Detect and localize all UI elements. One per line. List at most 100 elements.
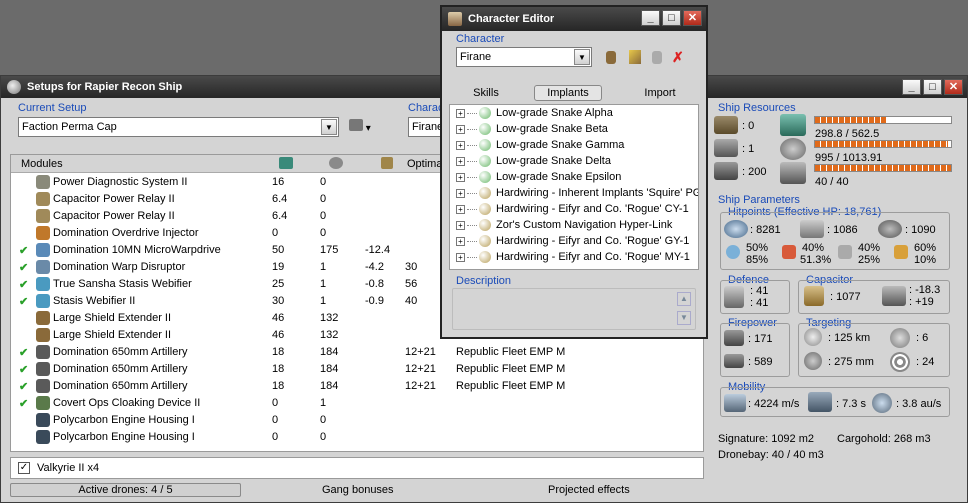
- implant-icon: [479, 219, 491, 232]
- module-cpu: 46: [272, 329, 285, 341]
- implant-item[interactable]: + Hardwiring - Eifyr and Co. 'Rogue' CY-1: [456, 203, 689, 219]
- module-icon: [36, 209, 50, 223]
- implant-item[interactable]: + Low-grade Snake Delta: [456, 155, 611, 171]
- module-active-check[interactable]: ✔: [19, 380, 28, 393]
- chevron-down-icon[interactable]: ▼: [321, 119, 337, 135]
- ship-stats-panel: Ship Resources : 0 : 1 : 200 298.8 / 562…: [712, 100, 966, 500]
- tab-skills[interactable]: Skills: [466, 85, 506, 101]
- module-row[interactable]: Polycarbon Engine Housing I 0 0: [11, 412, 703, 429]
- expand-icon[interactable]: +: [456, 252, 465, 262]
- module-powergrid: 1: [320, 397, 327, 409]
- expand-icon[interactable]: +: [456, 236, 465, 246]
- capacitor-column-icon[interactable]: [381, 157, 393, 169]
- launchers-count: 1: [748, 143, 755, 155]
- editor-character-select[interactable]: Firane ▼: [456, 47, 592, 67]
- character-editor-titlebar[interactable]: Character Editor _ □ ✕: [442, 7, 706, 31]
- close-button[interactable]: ✕: [944, 79, 963, 95]
- powergrid-column-icon[interactable]: [329, 157, 343, 169]
- expand-icon[interactable]: +: [456, 108, 465, 118]
- drone-item[interactable]: Valkyrie II x4: [37, 462, 99, 474]
- module-row[interactable]: ✔ Covert Ops Cloaking Device II 0 1: [11, 395, 703, 412]
- implant-name: Low-grade Snake Gamma: [496, 139, 625, 151]
- module-cpu: 25: [272, 278, 285, 290]
- module-cpu: 0: [272, 397, 279, 409]
- editor-minimize-button[interactable]: _: [641, 10, 660, 26]
- module-active-check[interactable]: ✔: [19, 261, 28, 274]
- editor-maximize-button[interactable]: □: [662, 10, 681, 26]
- current-setup-select[interactable]: Faction Perma Cap ▼: [18, 117, 339, 137]
- module-active-check[interactable]: ✔: [19, 244, 28, 257]
- tab-implants[interactable]: Implants: [534, 85, 602, 101]
- chevron-down-icon[interactable]: ▼: [574, 49, 590, 65]
- expand-icon[interactable]: +: [456, 124, 465, 134]
- module-charge: Republic Fleet EMP M: [456, 346, 566, 358]
- expand-icon[interactable]: +: [456, 188, 465, 198]
- module-active-check[interactable]: ✔: [19, 363, 28, 376]
- explosive-resist-a: 60%: [914, 242, 937, 254]
- module-active-check[interactable]: ✔: [19, 295, 28, 308]
- character-delete-icon[interactable]: ✗: [672, 50, 684, 64]
- maximize-button[interactable]: □: [923, 79, 942, 95]
- character-rename-icon[interactable]: [629, 50, 641, 64]
- cpu-column-icon[interactable]: [279, 157, 293, 169]
- module-row[interactable]: ✔ Domination 650mm Artillery 18 184 12+21 Rep…: [11, 344, 703, 361]
- character-copy-icon[interactable]: [652, 51, 662, 64]
- drone-checkbox[interactable]: ✓: [18, 462, 30, 474]
- module-powergrid: 1: [320, 295, 327, 307]
- module-active-check[interactable]: ✔: [19, 397, 28, 410]
- velocity-icon: [724, 394, 746, 412]
- character-editor-window: Character Editor _ □ ✕ Character Firane …: [440, 5, 708, 339]
- tab-import[interactable]: Import: [640, 85, 680, 101]
- setup-tools-button[interactable]: ▾: [349, 119, 379, 135]
- module-optimal: 12+21: [405, 346, 436, 358]
- implant-item[interactable]: + Low-grade Snake Alpha: [456, 107, 613, 123]
- implant-name: Hardwiring - Eifyr and Co. 'Rogue' MY-1: [496, 251, 690, 263]
- implant-name: Low-grade Snake Beta: [496, 123, 608, 135]
- calibration-value: : 200: [742, 166, 767, 178]
- explosive-resist-b: 10%: [914, 254, 937, 266]
- scroll-up-icon[interactable]: ▲: [677, 292, 691, 306]
- implant-icon: [479, 123, 491, 136]
- thermal-resist-b: 51.3%: [800, 254, 832, 266]
- implant-item[interactable]: + Low-grade Snake Epsilon: [456, 171, 621, 187]
- defence-b: : 41: [750, 297, 769, 309]
- expand-icon[interactable]: +: [456, 140, 465, 150]
- implant-item[interactable]: + Hardwiring - Inherent Implants 'Squire'…: [456, 187, 698, 203]
- module-row[interactable]: ✔ Domination 650mm Artillery 18 184 12+21 Rep…: [11, 361, 703, 378]
- implant-item[interactable]: + Hardwiring - Eifyr and Co. 'Rogue' GY-1: [456, 235, 689, 251]
- editor-character-label: Character: [456, 33, 505, 45]
- projected-effects-tab[interactable]: Projected effects: [548, 484, 630, 496]
- expand-icon[interactable]: +: [456, 156, 465, 166]
- active-drones-status[interactable]: Active drones: 4 / 5: [10, 483, 241, 497]
- module-row[interactable]: ✔ Domination 650mm Artillery 18 184 12+21 Rep…: [11, 378, 703, 395]
- implant-item[interactable]: + Zor's Custom Navigation Hyper-Link: [456, 219, 672, 235]
- module-active-check[interactable]: ✔: [19, 346, 28, 359]
- character-editor-icon: [448, 12, 462, 26]
- module-row[interactable]: Polycarbon Engine Housing I 0 0: [11, 429, 703, 446]
- modules-column-header[interactable]: Modules: [21, 158, 63, 170]
- minimize-button[interactable]: _: [902, 79, 921, 95]
- signature-text: Signature: 1092 m2: [718, 433, 815, 445]
- character-select-partial[interactable]: Firane: [408, 117, 444, 137]
- description-box[interactable]: ▲ ▼: [452, 288, 696, 330]
- editor-close-button[interactable]: ✕: [683, 10, 702, 26]
- current-setup-value: Faction Perma Cap: [22, 121, 117, 133]
- expand-icon[interactable]: +: [456, 172, 465, 182]
- module-active-check[interactable]: ✔: [19, 278, 28, 291]
- implant-item[interactable]: + Low-grade Snake Gamma: [456, 139, 624, 155]
- implant-item[interactable]: + Hardwiring - Eifyr and Co. 'Rogue' MY-1: [456, 251, 690, 267]
- implant-item[interactable]: + Low-grade Snake Beta: [456, 123, 608, 139]
- optimal-column-header[interactable]: Optima: [407, 158, 442, 170]
- target-range: : 125 km: [828, 332, 871, 344]
- gang-bonuses-tab[interactable]: Gang bonuses: [322, 484, 394, 496]
- thermal-resist-icon: [782, 245, 796, 259]
- cpu-bar: [814, 116, 952, 124]
- module-name: Domination 650mm Artillery: [53, 380, 188, 392]
- expand-icon[interactable]: +: [456, 204, 465, 214]
- scroll-down-icon[interactable]: ▼: [677, 311, 691, 325]
- shield-icon: [724, 220, 748, 238]
- character-save-icon[interactable]: [606, 51, 616, 64]
- firepower-b-value: 589: [754, 356, 773, 368]
- implant-icon: [479, 155, 491, 168]
- expand-icon[interactable]: +: [456, 220, 465, 230]
